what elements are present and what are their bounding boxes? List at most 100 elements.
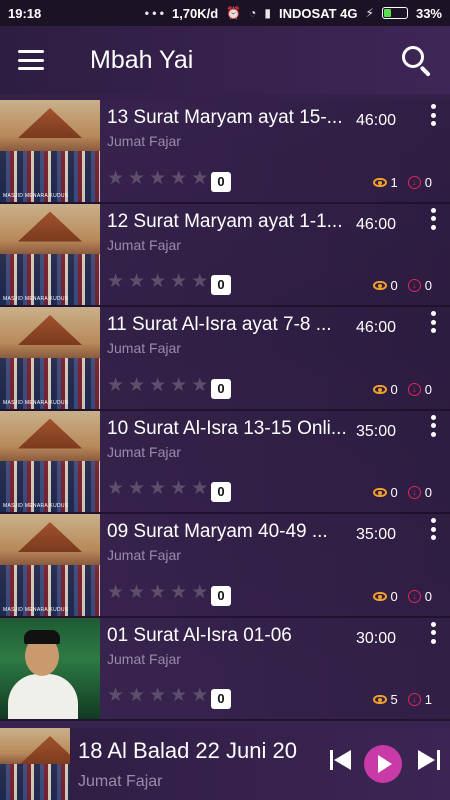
star-icon[interactable]: ★ xyxy=(149,270,166,293)
status-right: • • • 1,70K/d ⏰ ◔ ▮ INDOSAT 4G ⚡ 33% xyxy=(145,6,442,21)
app-bar: Mbah Yai xyxy=(0,26,450,94)
star-icon[interactable]: ★ xyxy=(107,684,124,707)
star-icon[interactable]: ★ xyxy=(170,477,187,500)
player-thumbnail xyxy=(0,728,70,800)
rating-stars[interactable]: ★ ★ ★ ★ ★ xyxy=(107,581,208,604)
star-icon[interactable]: ★ xyxy=(107,477,124,500)
item-stats: 0 ↓ 0 xyxy=(372,485,438,500)
item-content: 12 Surat Maryam ayat 1-1... Jumat Fajar … xyxy=(100,204,450,306)
search-icon[interactable] xyxy=(400,44,432,77)
rating-stars[interactable]: ★ ★ ★ ★ ★ xyxy=(107,167,208,190)
item-subtitle: Jumat Fajar xyxy=(107,650,181,667)
item-thumbnail: MASJID MENARA KUDUS xyxy=(0,100,100,202)
list-item[interactable]: MASJID MENARA KUDUS 10 Surat Al-Isra 13-… xyxy=(0,410,450,514)
star-icon[interactable]: ★ xyxy=(128,684,145,707)
item-thumbnail: MASJID MENARA KUDUS xyxy=(0,203,100,305)
rating-stars[interactable]: ★ ★ ★ ★ ★ xyxy=(107,270,208,293)
carrier-label: INDOSAT 4G xyxy=(279,5,358,21)
player-title: 18 Al Balad 22 Juni 20 xyxy=(78,738,297,763)
star-icon[interactable]: ★ xyxy=(149,684,166,707)
download-count: 0 xyxy=(424,588,432,604)
alarm-icon: ⏰ xyxy=(226,6,242,20)
mini-player[interactable]: 18 Al Balad 22 Juni 20 Jumat Fajar xyxy=(0,728,450,800)
download-icon: ↓ xyxy=(407,279,421,292)
rating-stars[interactable]: ★ ★ ★ ★ ★ xyxy=(107,684,208,707)
star-icon[interactable]: ★ xyxy=(170,167,187,190)
item-duration: 46:00 xyxy=(356,215,397,233)
star-icon[interactable]: ★ xyxy=(128,374,145,397)
more-options-icon[interactable] xyxy=(430,207,436,230)
star-icon[interactable]: ★ xyxy=(149,581,166,604)
status-bar: 19:18 • • • 1,70K/d ⏰ ◔ ▮ INDOSAT 4G ⚡ 3… xyxy=(0,0,450,26)
star-icon[interactable]: ★ xyxy=(170,684,187,707)
battery-icon xyxy=(381,7,408,19)
star-icon[interactable]: ★ xyxy=(170,374,187,397)
battery-percent: 33% xyxy=(415,5,442,21)
star-icon[interactable]: ★ xyxy=(149,167,166,190)
item-content: 11 Surat Al-Isra ayat 7-8 ... Jumat Faja… xyxy=(100,307,450,409)
item-subtitle: Jumat Fajar xyxy=(107,236,181,253)
item-content: 13 Surat Maryam ayat 15-... Jumat Fajar … xyxy=(100,100,450,202)
item-subtitle: Jumat Fajar xyxy=(107,547,181,563)
star-icon[interactable]: ★ xyxy=(191,581,208,604)
list-item[interactable]: MASJID MENARA KUDUS 12 Surat Maryam ayat… xyxy=(0,203,450,307)
thumbnail-label: MASJID MENARA KUDUS xyxy=(3,296,69,302)
signal-icon: ▮ xyxy=(264,6,272,20)
list-item[interactable]: 01 Surat Al-Isra 01-06 Jumat Fajar 30:00… xyxy=(0,617,450,721)
item-content: 10 Surat Al-Isra 13-15 Onli... Jumat Faj… xyxy=(100,411,450,513)
star-icon[interactable]: ★ xyxy=(191,167,208,190)
eye-icon xyxy=(372,695,387,704)
list-item[interactable]: MASJID MENARA KUDUS 13 Surat Maryam ayat… xyxy=(0,100,450,204)
item-content: 01 Surat Al-Isra 01-06 Jumat Fajar 30:00… xyxy=(100,618,450,720)
download-icon: ↓ xyxy=(407,693,421,706)
download-count: 0 xyxy=(424,174,432,190)
rating-stars[interactable]: ★ ★ ★ ★ ★ xyxy=(107,477,208,500)
item-title: 13 Surat Maryam ayat 15-... xyxy=(107,107,343,128)
view-count: 0 xyxy=(390,278,398,293)
star-icon[interactable]: ★ xyxy=(149,477,166,500)
star-icon[interactable]: ★ xyxy=(191,684,208,707)
thumbnail-label: MASJID MENARA KUDUS xyxy=(3,192,69,199)
star-icon[interactable]: ★ xyxy=(170,581,187,604)
more-options-icon[interactable] xyxy=(430,621,436,644)
item-subtitle: Jumat Fajar xyxy=(107,133,181,149)
play-button[interactable] xyxy=(364,745,402,783)
star-icon[interactable]: ★ xyxy=(107,167,124,190)
star-icon[interactable]: ★ xyxy=(107,581,124,604)
star-icon[interactable]: ★ xyxy=(128,581,145,604)
next-track-button[interactable] xyxy=(416,748,440,772)
star-icon[interactable]: ★ xyxy=(107,374,124,397)
eye-icon xyxy=(372,281,387,290)
download-count: 0 xyxy=(424,485,432,500)
rating-stars[interactable]: ★ ★ ★ ★ ★ xyxy=(107,374,208,397)
item-subtitle: Jumat Fajar xyxy=(107,340,181,356)
star-icon[interactable]: ★ xyxy=(170,270,187,293)
list-item[interactable]: MASJID MENARA KUDUS 09 Surat Maryam 40-4… xyxy=(0,514,450,618)
item-thumbnail: MASJID MENARA KUDUS xyxy=(0,514,100,616)
play-icon xyxy=(378,755,392,773)
more-options-icon[interactable] xyxy=(430,414,436,437)
app-title: Mbah Yai xyxy=(90,45,194,74)
more-options-icon[interactable] xyxy=(430,518,436,540)
eye-icon xyxy=(372,488,387,497)
eye-icon xyxy=(372,591,387,601)
item-duration: 46:00 xyxy=(356,112,397,129)
star-icon[interactable]: ★ xyxy=(191,270,208,293)
previous-track-button[interactable] xyxy=(330,748,354,772)
more-options-icon[interactable] xyxy=(430,104,436,126)
star-icon[interactable]: ★ xyxy=(191,374,208,397)
star-icon[interactable]: ★ xyxy=(128,167,145,190)
star-icon[interactable]: ★ xyxy=(191,477,208,500)
more-options-icon[interactable] xyxy=(430,311,436,333)
hamburger-menu-icon[interactable] xyxy=(18,50,44,70)
star-icon[interactable]: ★ xyxy=(107,270,124,293)
view-count: 0 xyxy=(390,485,398,500)
star-icon[interactable]: ★ xyxy=(128,477,145,500)
charging-icon: ⚡ xyxy=(365,6,374,20)
star-icon[interactable]: ★ xyxy=(128,270,145,293)
thumbnail-label: MASJID MENARA KUDUS xyxy=(3,606,69,613)
star-icon[interactable]: ★ xyxy=(149,374,166,397)
view-count: 5 xyxy=(390,692,398,707)
item-title: 01 Surat Al-Isra 01-06 xyxy=(107,624,292,646)
list-item[interactable]: MASJID MENARA KUDUS 11 Surat Al-Isra aya… xyxy=(0,307,450,411)
